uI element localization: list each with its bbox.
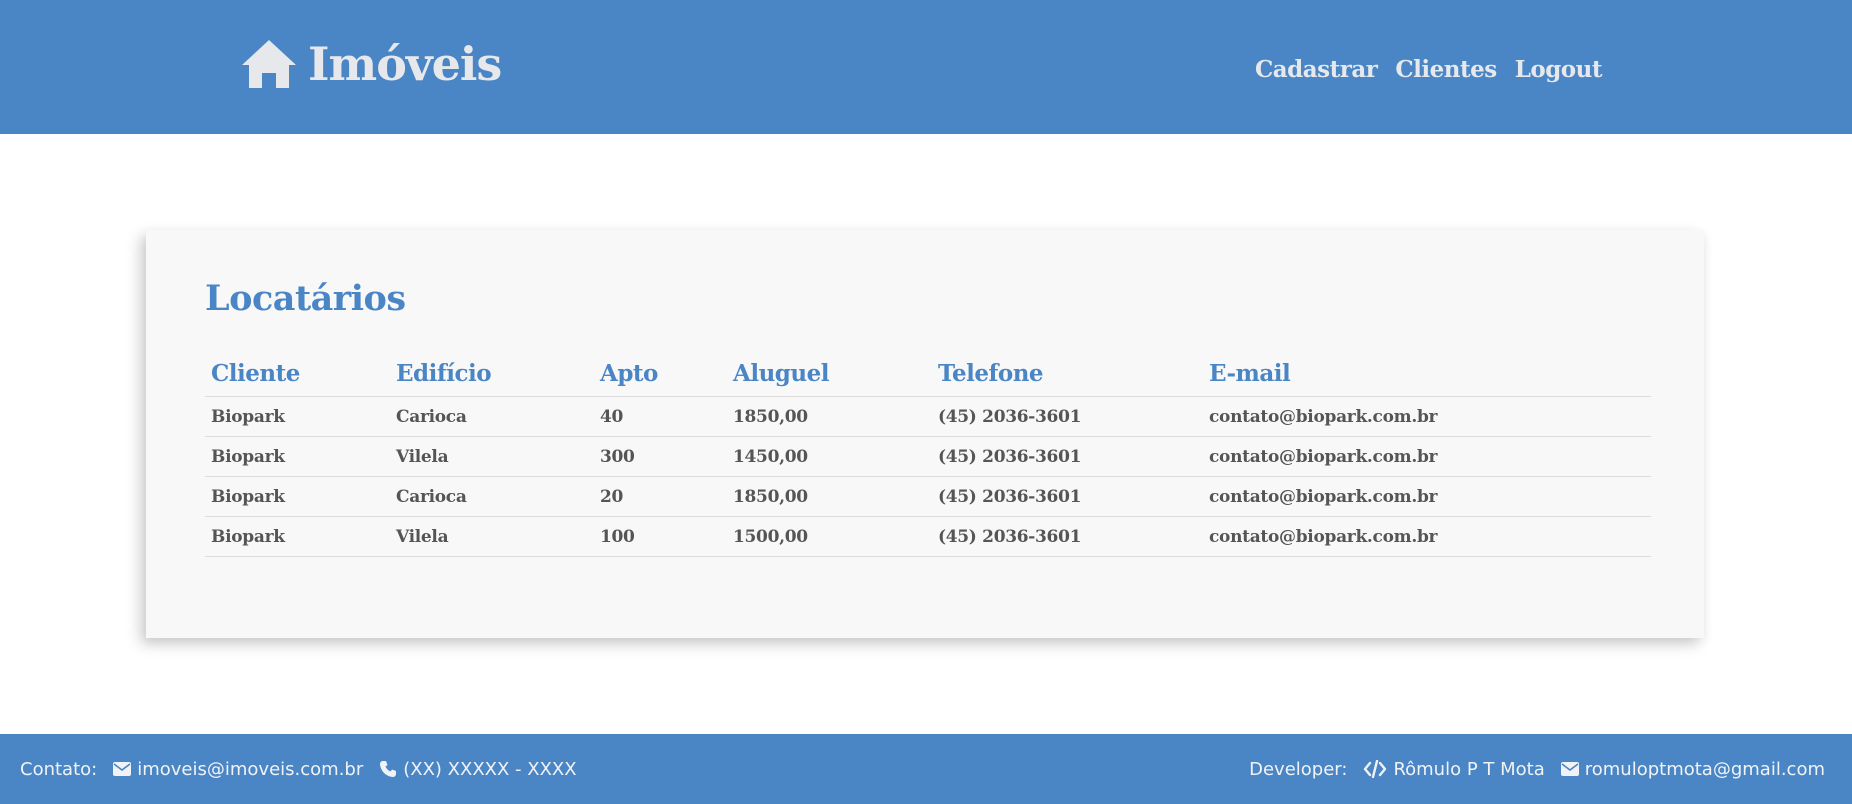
column-header-apto: Apto <box>594 356 727 397</box>
cell-cliente: Biopark <box>205 516 390 557</box>
tenants-table: Cliente Edifício Apto Aluguel Telefone E… <box>205 356 1651 557</box>
cell-apto: 40 <box>594 396 727 437</box>
code-icon <box>1363 760 1387 778</box>
cell-email: contato@biopark.com.br <box>1203 516 1651 557</box>
cell-aluguel: 1850,00 <box>727 476 932 517</box>
developer-email: romuloptmota@gmail.com <box>1584 758 1825 780</box>
cell-telefone: (45) 2036-3601 <box>932 476 1203 517</box>
footer-developer: Developer: Rômulo P T Mota romuloptmota@… <box>1249 734 1825 804</box>
column-header-email: E-mail <box>1203 356 1651 397</box>
column-header-telefone: Telefone <box>932 356 1203 397</box>
cell-email: contato@biopark.com.br <box>1203 476 1651 517</box>
main-nav: Cadastrar Clientes Logout <box>1255 56 1603 83</box>
cell-cliente: Biopark <box>205 396 390 437</box>
contact-phone: (XX) XXXXX - XXXX <box>403 758 577 780</box>
cell-aluguel: 1450,00 <box>727 436 932 477</box>
envelope-icon <box>113 762 132 776</box>
cell-edificio: Vilela <box>390 516 594 557</box>
contact-phone-link[interactable]: (XX) XXXXX - XXXX <box>379 758 577 780</box>
table-row: Biopark Carioca 40 1850,00 (45) 2036-360… <box>205 396 1651 437</box>
table-row: Biopark Vilela 300 1450,00 (45) 2036-360… <box>205 436 1651 477</box>
table-row: Biopark Carioca 20 1850,00 (45) 2036-360… <box>205 476 1651 517</box>
cell-email: contato@biopark.com.br <box>1203 436 1651 477</box>
table-header-row: Cliente Edifício Apto Aluguel Telefone E… <box>205 356 1651 397</box>
cell-edificio: Vilela <box>390 436 594 477</box>
developer-label: Developer: <box>1249 758 1348 780</box>
table-row: Biopark Vilela 100 1500,00 (45) 2036-360… <box>205 516 1651 557</box>
column-header-edificio: Edifício <box>390 356 594 397</box>
developer-name-link[interactable]: Rômulo P T Mota <box>1363 758 1545 780</box>
cell-edificio: Carioca <box>390 396 594 437</box>
cell-cliente: Biopark <box>205 476 390 517</box>
nav-logout[interactable]: Logout <box>1515 56 1603 83</box>
nav-clientes[interactable]: Clientes <box>1395 56 1497 83</box>
contact-label: Contato: <box>20 758 98 780</box>
contact-email: imoveis@imoveis.com.br <box>137 758 364 780</box>
developer-name: Rômulo P T Mota <box>1393 758 1545 780</box>
brand-logo-link[interactable]: Imóveis <box>240 36 502 92</box>
cell-telefone: (45) 2036-3601 <box>932 516 1203 557</box>
footer-contact: Contato: imoveis@imoveis.com.br (XX) XXX… <box>20 734 577 804</box>
cell-aluguel: 1500,00 <box>727 516 932 557</box>
phone-icon <box>379 760 397 778</box>
cell-apto: 300 <box>594 436 727 477</box>
page-title: Locatários <box>205 278 406 319</box>
cell-telefone: (45) 2036-3601 <box>932 396 1203 437</box>
cell-aluguel: 1850,00 <box>727 396 932 437</box>
cell-apto: 100 <box>594 516 727 557</box>
cell-telefone: (45) 2036-3601 <box>932 436 1203 477</box>
cell-email: contato@biopark.com.br <box>1203 396 1651 437</box>
home-icon <box>240 38 298 90</box>
cell-cliente: Biopark <box>205 436 390 477</box>
cell-apto: 20 <box>594 476 727 517</box>
envelope-icon <box>1560 762 1579 776</box>
tenants-card: Locatários Cliente Edifício Apto Aluguel… <box>146 230 1704 638</box>
column-header-aluguel: Aluguel <box>727 356 932 397</box>
top-header: Imóveis Cadastrar Clientes Logout <box>0 0 1852 134</box>
brand-name: Imóveis <box>308 37 502 91</box>
nav-cadastrar[interactable]: Cadastrar <box>1255 56 1378 83</box>
site-footer: Contato: imoveis@imoveis.com.br (XX) XXX… <box>0 734 1852 804</box>
column-header-cliente: Cliente <box>205 356 390 397</box>
contact-email-link[interactable]: imoveis@imoveis.com.br <box>113 759 363 780</box>
developer-email-link[interactable]: romuloptmota@gmail.com <box>1560 758 1825 780</box>
cell-edificio: Carioca <box>390 476 594 517</box>
